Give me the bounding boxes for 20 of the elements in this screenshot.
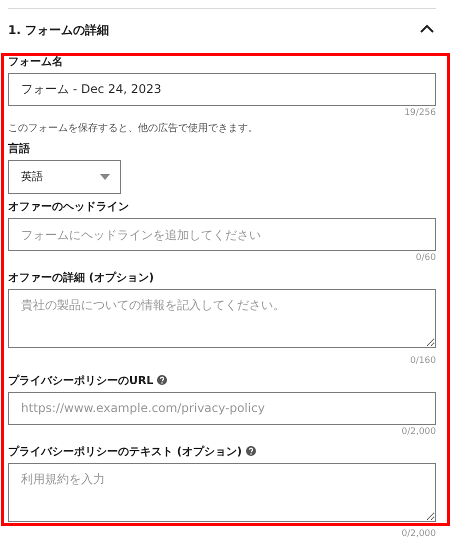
language-dropdown[interactable]: 英語 [8,160,121,194]
field-label: プライバシーポリシーのURL [8,374,154,388]
section-title: 1. フォームの詳細 [8,22,110,39]
field-label: 言語 [8,142,31,156]
field-label: オファーの詳細 (オプション) [8,271,155,285]
input-field[interactable]: 利用規約を入力 [8,462,436,522]
field-label: フォーム名 [8,55,64,69]
character-counter: 0/2,000 [400,528,436,541]
input-field[interactable]: フォームにヘッドラインを追加してください [8,218,436,251]
caret-icon [100,174,110,180]
input-field[interactable]: 貴社の製品についての情報を記入してください。 [8,289,436,348]
character-counter: 0/60 [414,252,436,265]
field-label: オファーのヘッドライン [8,200,130,214]
input-field[interactable]: フォーム - Dec 24, 2023 [8,73,436,106]
field-label: プライバシーポリシーのテキスト (オプション) [8,444,242,458]
character-counter: 0/160 [409,354,436,368]
character-counter: 19/256 [403,107,436,120]
character-counter: 0/2,000 [400,426,436,438]
input-field[interactable]: https://www.example.com/privacy-policy [8,392,436,424]
helper-text: このフォームを保存すると、他の広告で使用できます。 [8,122,259,136]
